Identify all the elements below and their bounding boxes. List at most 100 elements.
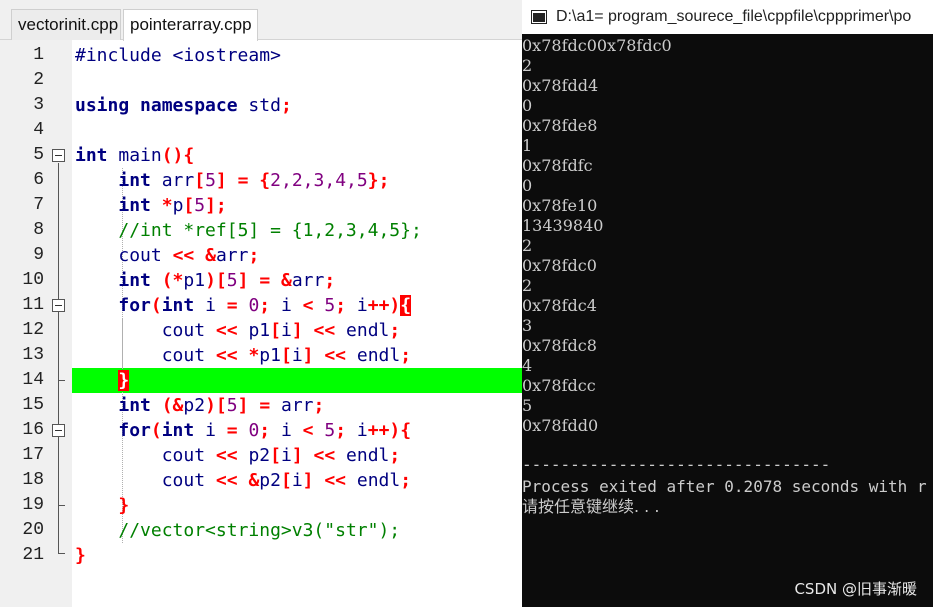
fold-toggle-icon[interactable] bbox=[52, 424, 65, 437]
console-window[interactable]: D:\a1= program_sourece_file\cppfile\cppp… bbox=[522, 0, 933, 607]
code-line-12: cout << p1[i] << endl; bbox=[75, 318, 401, 343]
identifier: p1 bbox=[259, 345, 281, 366]
identifier: arr bbox=[281, 395, 314, 416]
fold-toggle-icon[interactable] bbox=[52, 149, 65, 162]
symbol: << bbox=[324, 470, 347, 491]
line-number: 7 bbox=[33, 195, 44, 215]
symbol: ] bbox=[215, 170, 227, 191]
editor-tab-bar: vectorinit.cpp pointerarray.cpp bbox=[0, 0, 522, 41]
type-keyword: int bbox=[118, 270, 151, 291]
symbol: }; bbox=[367, 170, 390, 191]
identifier: i bbox=[205, 295, 216, 316]
fold-end-marker bbox=[58, 553, 65, 554]
output-line: 0 bbox=[522, 176, 533, 195]
process-exit-message: Process exited after 0.2078 seconds with… bbox=[522, 477, 927, 496]
number: 2 bbox=[270, 170, 281, 191]
identifier: p bbox=[172, 195, 184, 216]
line-number: 19 bbox=[22, 495, 44, 515]
symbol: ; bbox=[280, 95, 292, 116]
comment: ); bbox=[378, 520, 401, 541]
identifier: i bbox=[356, 420, 368, 441]
comment: //vector<string>v3( bbox=[118, 520, 325, 541]
symbol: (* bbox=[161, 270, 184, 291]
output-line: 0x78fde8 bbox=[522, 116, 598, 135]
identifier: cout bbox=[161, 345, 206, 366]
number: 0 bbox=[248, 295, 260, 316]
symbol: = bbox=[259, 270, 271, 291]
symbol: << bbox=[215, 320, 238, 341]
line-number: 1 bbox=[33, 45, 44, 65]
console-title-bar[interactable]: D:\a1= program_sourece_file\cppfile\cppp… bbox=[522, 0, 933, 34]
number: 5 bbox=[356, 170, 368, 191]
identifier: endl bbox=[356, 345, 401, 366]
number: 3 bbox=[313, 170, 325, 191]
number: 5 bbox=[324, 420, 336, 441]
type-keyword: int bbox=[161, 295, 195, 316]
identifier: i bbox=[291, 470, 303, 491]
symbol: ( bbox=[150, 420, 162, 441]
output-line: 0x78fe10 bbox=[522, 196, 598, 215]
symbol: ; bbox=[259, 295, 271, 316]
line-number: 3 bbox=[33, 95, 44, 115]
symbol: = bbox=[226, 295, 238, 316]
symbol: ; bbox=[400, 470, 412, 491]
matched-brace: } bbox=[118, 370, 130, 391]
number: 0 bbox=[248, 420, 260, 441]
code-line-19: } bbox=[75, 493, 129, 518]
number: 2 bbox=[291, 170, 303, 191]
symbol: ; bbox=[248, 245, 260, 266]
csdn-watermark: CSDN @旧事渐暖 bbox=[794, 580, 917, 598]
type-keyword: int bbox=[118, 395, 151, 416]
line-number: 11 bbox=[22, 295, 44, 315]
identifier: i bbox=[205, 420, 216, 441]
type-keyword: int bbox=[75, 145, 108, 166]
symbol: ; bbox=[400, 345, 412, 366]
identifier: p1 bbox=[248, 320, 271, 341]
line-number: 16 bbox=[22, 420, 44, 440]
code-editor[interactable]: vectorinit.cpp pointerarray.cpp 1 2 3 4 … bbox=[0, 0, 522, 607]
identifier: i bbox=[356, 295, 368, 316]
output-line: 0x78fdc0 bbox=[522, 256, 597, 275]
symbol: { bbox=[183, 145, 195, 166]
output-line: 0x78fdc00x78fdc0 bbox=[522, 36, 672, 55]
identifier: endl bbox=[356, 470, 401, 491]
symbol: ] bbox=[237, 270, 249, 291]
symbol: } bbox=[75, 545, 86, 566]
symbol: ; bbox=[389, 320, 401, 341]
line-number: 5 bbox=[33, 145, 44, 165]
code-line-10: int (*p1)[5] = &arr; bbox=[75, 268, 335, 293]
tab-vectorinit[interactable]: vectorinit.cpp bbox=[11, 9, 121, 40]
type-keyword: int bbox=[118, 170, 151, 191]
symbol: & bbox=[248, 470, 260, 491]
identifier: arr bbox=[291, 270, 325, 291]
keyword: for bbox=[118, 295, 151, 316]
code-area[interactable]: #include <iostream> using namespace std;… bbox=[72, 40, 522, 607]
symbol: = bbox=[237, 170, 249, 191]
line-number: 12 bbox=[22, 320, 44, 340]
fold-end-marker bbox=[58, 505, 65, 506]
identifier: i bbox=[280, 320, 292, 341]
identifier: arr bbox=[215, 245, 249, 266]
code-line-5: int main(){ bbox=[75, 143, 194, 168]
symbol: * bbox=[248, 345, 260, 366]
symbol: = bbox=[226, 420, 238, 441]
code-line-11: for(int i = 0; i < 5; i++){ bbox=[75, 293, 412, 318]
symbol: ; bbox=[324, 270, 336, 291]
identifier: p2 bbox=[259, 470, 281, 491]
symbol: ++){ bbox=[367, 420, 412, 441]
number: 5 bbox=[226, 270, 238, 291]
identifier: cout bbox=[161, 445, 206, 466]
identifier: i bbox=[280, 420, 292, 441]
symbol: ]; bbox=[205, 195, 227, 216]
console-output: 0x78fdc00x78fdc0 2 0x78fdd4 0 0x78fde8 1… bbox=[522, 36, 933, 436]
symbol: ; bbox=[259, 420, 271, 441]
output-line: 2 bbox=[522, 236, 533, 255]
tab-pointerarray[interactable]: pointerarray.cpp bbox=[123, 9, 258, 41]
line-number: 10 bbox=[22, 270, 44, 290]
symbol: < bbox=[302, 295, 314, 316]
output-line: 2 bbox=[522, 276, 533, 295]
symbol: ++) bbox=[367, 295, 401, 316]
fold-toggle-icon[interactable] bbox=[52, 299, 65, 312]
symbol: << bbox=[215, 470, 238, 491]
symbol: ( bbox=[150, 295, 162, 316]
